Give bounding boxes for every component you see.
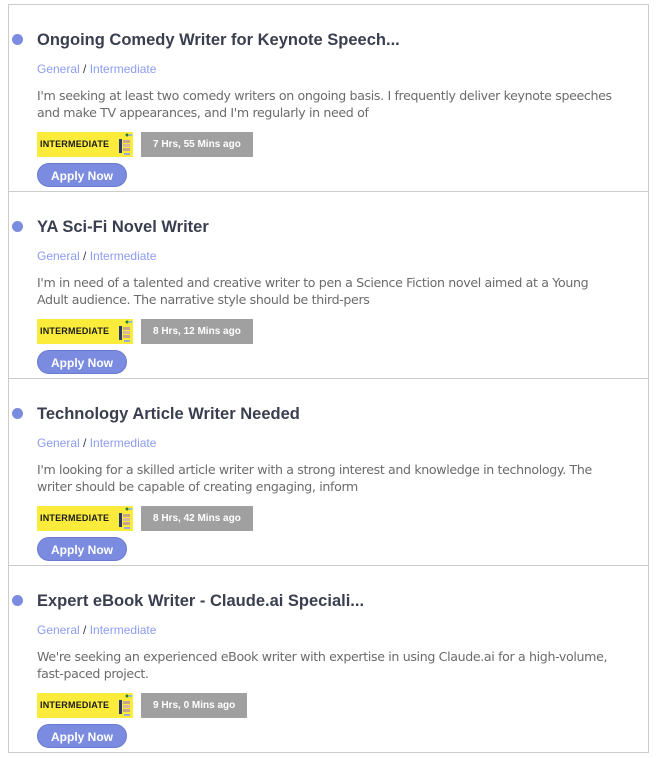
category-link[interactable]: General: [37, 62, 80, 76]
job-title-link[interactable]: Ongoing Comedy Writer for Keynote Speech…: [37, 31, 400, 50]
category-breadcrumb: General / Intermediate: [37, 623, 156, 637]
job-description: I'm looking for a skilled article writer…: [37, 462, 592, 494]
category-link[interactable]: General: [37, 623, 80, 637]
writing-hand-icon: [119, 320, 132, 342]
writing-hand-icon: [119, 133, 132, 155]
posted-time: 8 Hrs, 12 Mins ago: [141, 319, 253, 344]
breadcrumb-separator: /: [83, 249, 90, 263]
category-breadcrumb: General / Intermediate: [37, 436, 156, 450]
job-description: We're seeking an experienced eBook write…: [37, 649, 608, 681]
level-badge-text: INTERMEDIATE: [40, 700, 110, 710]
posted-time: 7 Hrs, 55 Mins ago: [141, 132, 253, 157]
level-link[interactable]: Intermediate: [90, 249, 157, 263]
bullet-dot-icon: [12, 34, 23, 45]
bullet-dot-icon: [12, 221, 23, 232]
job-description: I'm seeking at least two comedy writers …: [37, 88, 612, 120]
job-listing: Ongoing Comedy Writer for Keynote Speech…: [9, 5, 648, 192]
level-link[interactable]: Intermediate: [90, 436, 157, 450]
writing-hand-icon: [119, 507, 132, 529]
level-badge-text: INTERMEDIATE: [40, 139, 110, 149]
level-link[interactable]: Intermediate: [90, 62, 157, 76]
job-title-link[interactable]: YA Sci-Fi Novel Writer: [37, 218, 209, 237]
apply-now-button[interactable]: Apply Now: [37, 537, 127, 561]
level-badge: INTERMEDIATE: [37, 506, 133, 531]
job-listing: Technology Article Writer Needed General…: [9, 379, 648, 566]
category-breadcrumb: General / Intermediate: [37, 62, 156, 76]
apply-now-button[interactable]: Apply Now: [37, 350, 127, 374]
bullet-dot-icon: [12, 408, 23, 419]
breadcrumb-separator: /: [83, 623, 90, 637]
level-badge: INTERMEDIATE: [37, 319, 133, 344]
job-listing: Expert eBook Writer - Claude.ai Speciali…: [9, 566, 648, 753]
job-list: Ongoing Comedy Writer for Keynote Speech…: [8, 4, 649, 753]
level-link[interactable]: Intermediate: [90, 623, 157, 637]
level-badge: INTERMEDIATE: [37, 693, 133, 718]
posted-time: 8 Hrs, 42 Mins ago: [141, 506, 253, 531]
breadcrumb-separator: /: [83, 436, 90, 450]
category-link[interactable]: General: [37, 436, 80, 450]
apply-now-button[interactable]: Apply Now: [37, 163, 127, 187]
job-description: I'm in need of a talented and creative w…: [37, 275, 589, 307]
posted-time: 9 Hrs, 0 Mins ago: [141, 693, 248, 718]
job-title-link[interactable]: Expert eBook Writer - Claude.ai Speciali…: [37, 592, 364, 611]
level-badge-text: INTERMEDIATE: [40, 326, 110, 336]
breadcrumb-separator: /: [83, 62, 90, 76]
category-link[interactable]: General: [37, 249, 80, 263]
job-title-link[interactable]: Technology Article Writer Needed: [37, 405, 300, 424]
apply-now-button[interactable]: Apply Now: [37, 724, 127, 748]
level-badge: INTERMEDIATE: [37, 132, 133, 157]
category-breadcrumb: General / Intermediate: [37, 249, 156, 263]
job-listing: YA Sci-Fi Novel Writer General / Interme…: [9, 192, 648, 379]
bullet-dot-icon: [12, 595, 23, 606]
level-badge-text: INTERMEDIATE: [40, 513, 110, 523]
writing-hand-icon: [119, 694, 132, 716]
